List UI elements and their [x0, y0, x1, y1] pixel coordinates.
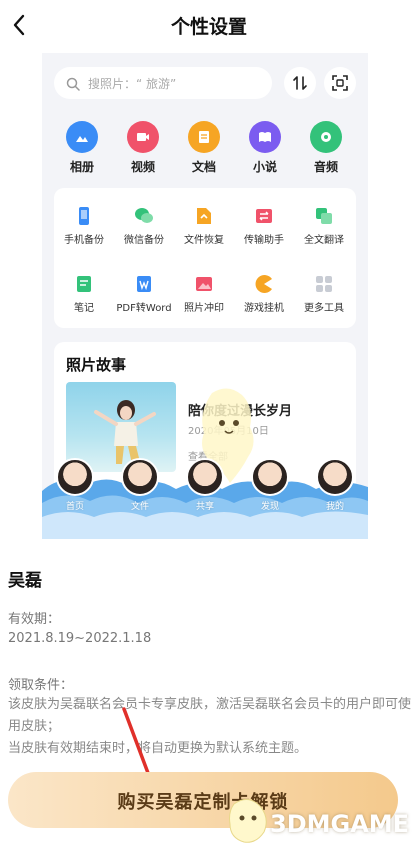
avatar: [186, 458, 224, 496]
avatar: [316, 458, 354, 496]
note-icon: [74, 274, 94, 294]
tool-wechat-backup[interactable]: 微信备份: [114, 206, 174, 246]
category-label: 音频: [313, 160, 338, 174]
game-icon: [254, 274, 274, 294]
category-label: 文档: [191, 160, 216, 174]
conditions-label: 领取条件：: [8, 678, 74, 693]
scan-icon: [332, 75, 348, 91]
avatar: [251, 458, 289, 496]
video-icon: [127, 121, 159, 153]
expiry-note: 当皮肤有效期结束时，将自动更换为默认系统主题。: [8, 741, 308, 756]
music-icon: [310, 121, 342, 153]
nav-label: 发现: [260, 502, 279, 512]
category-label: 相册: [69, 160, 94, 174]
tools-card: 手机备份 微信备份 文件恢复 传输助手 全文翻译 笔记 PDF转Word 照片冲…: [54, 188, 356, 328]
tool-label: 笔记: [74, 303, 94, 314]
skin-name: 吴磊: [8, 571, 42, 591]
tool-phone-backup[interactable]: 手机备份: [54, 206, 114, 246]
tool-file-restore[interactable]: 文件恢复: [174, 206, 234, 246]
tool-label: 传输助手: [244, 235, 284, 246]
nav-item-discover[interactable]: 发现: [242, 458, 298, 512]
validity-value: 2021.8.19~2022.1.18: [8, 631, 152, 646]
page-title: 个性设置: [170, 16, 247, 38]
category-label: 小说: [252, 160, 277, 174]
photo-print-icon: [194, 274, 214, 294]
tool-transfer[interactable]: 传输助手: [234, 206, 294, 246]
category-document[interactable]: 文档: [174, 121, 234, 175]
tool-label: 微信备份: [124, 235, 164, 246]
category-label: 视频: [130, 160, 155, 174]
more-tools-icon: [314, 274, 334, 294]
tool-label: 照片冲印: [184, 303, 224, 314]
tool-label: 更多工具: [304, 303, 344, 314]
watermark-mascot-icon: [229, 799, 267, 843]
category-album[interactable]: 相册: [52, 121, 112, 175]
book-icon: [249, 121, 281, 153]
validity-label: 有效期：: [8, 612, 61, 627]
nav-item-share[interactable]: 共享: [177, 458, 233, 512]
nav-item-files[interactable]: 文件: [112, 458, 168, 512]
category-audio[interactable]: 音频: [296, 121, 356, 175]
tool-label: 手机备份: [64, 235, 104, 246]
tool-more[interactable]: 更多工具: [294, 274, 354, 314]
search-input[interactable]: 搜照片：“ 旅游”: [54, 67, 272, 99]
watermark: 3DMGAME: [226, 796, 416, 846]
tool-notes[interactable]: 笔记: [54, 274, 114, 314]
nav-item-me[interactable]: 我的: [307, 458, 363, 512]
nav-item-home[interactable]: 首页: [47, 458, 103, 512]
category-video[interactable]: 视频: [113, 121, 173, 175]
watermark-text: 3DMGAME: [270, 810, 410, 838]
avatar: [56, 458, 94, 496]
phone-backup-icon: [74, 206, 94, 226]
tool-translate[interactable]: 全文翻译: [294, 206, 354, 246]
nav-label: 首页: [65, 502, 84, 512]
nav-label: 我的: [325, 502, 344, 512]
search-placeholder: 搜照片：“ 旅游”: [88, 77, 177, 91]
translate-icon: [314, 206, 334, 226]
tool-photo-print[interactable]: 照片冲印: [174, 274, 234, 314]
sort-icon: [293, 76, 307, 90]
wechat-backup-icon: [134, 206, 154, 226]
scan-button[interactable]: [324, 67, 356, 99]
story-title: 照片故事: [66, 356, 127, 374]
nav-label: 文件: [130, 502, 149, 512]
search-icon: [66, 76, 80, 91]
top-bar: 个性设置: [0, 0, 418, 52]
avatar: [121, 458, 159, 496]
tool-label: PDF转Word: [116, 303, 172, 314]
skin-preview: 搜照片：“ 旅游” 相册 视频 文档 小说 音频 手机备份 微信备份 文件恢复 …: [42, 53, 368, 539]
tool-game[interactable]: 游戏挂机: [234, 274, 294, 314]
file-restore-icon: [194, 206, 214, 226]
nav-label: 共享: [195, 502, 214, 512]
tool-pdf-word[interactable]: PDF转Word: [114, 274, 174, 314]
pdf-word-icon: [134, 274, 154, 294]
tool-label: 游戏挂机: [244, 303, 284, 314]
document-icon: [188, 121, 220, 153]
transfer-icon: [254, 206, 274, 226]
conditions-text: 该皮肤为吴磊联名会员卡专享皮肤，激活吴磊联名会员卡的用户即可使用皮肤；: [8, 697, 412, 734]
category-novel[interactable]: 小说: [235, 121, 295, 175]
tool-label: 全文翻译: [304, 235, 344, 246]
sort-button[interactable]: [284, 67, 316, 99]
tool-label: 文件恢复: [184, 235, 224, 246]
album-icon: [66, 121, 98, 153]
